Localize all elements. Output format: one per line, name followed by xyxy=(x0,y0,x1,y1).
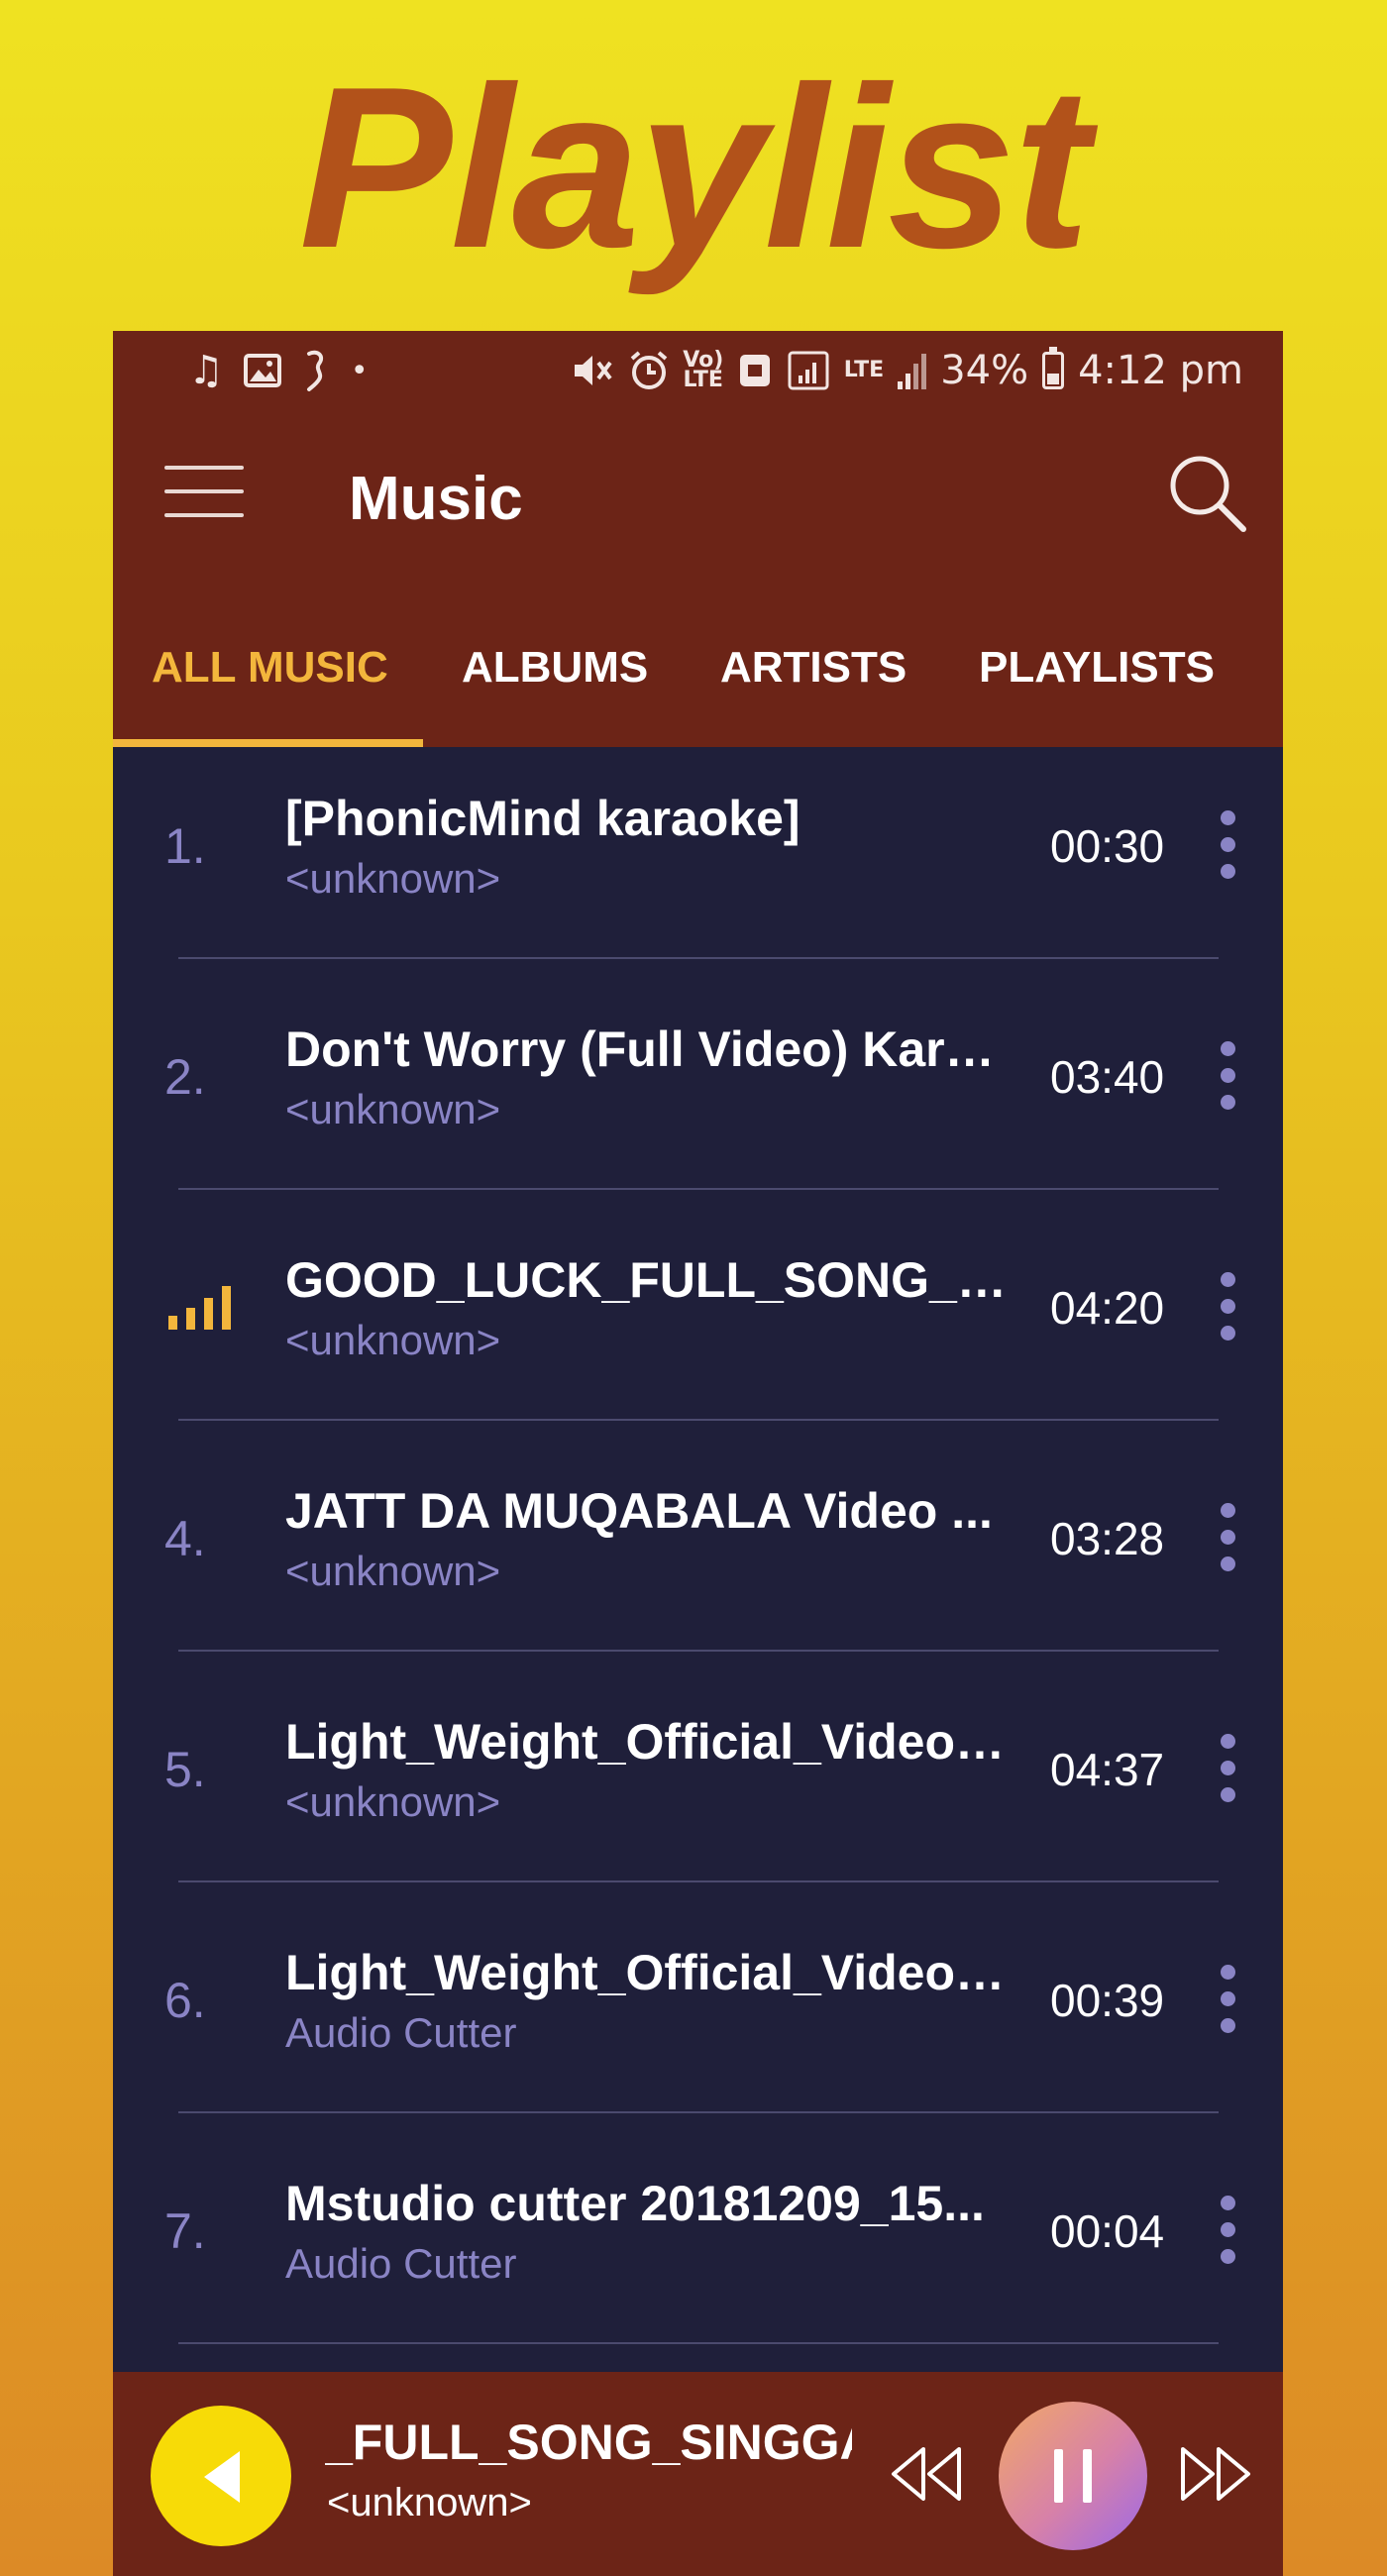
track-number: 4. xyxy=(164,1511,206,1566)
gesture-icon xyxy=(301,347,331,394)
page-title: Music xyxy=(349,465,523,533)
tab-indicator xyxy=(113,739,423,747)
divider xyxy=(178,1880,1219,1882)
song-title: Don't Worry (Full Video) Kara... xyxy=(285,1021,1009,1077)
now-playing-equalizer-icon xyxy=(168,1284,231,1330)
song-row[interactable]: 1. [PhonicMind karaoke] <unknown> 00:30 xyxy=(113,747,1283,978)
search-icon[interactable] xyxy=(1164,450,1249,535)
battery-percent: 34% xyxy=(940,348,1029,393)
more-options-icon[interactable] xyxy=(1213,1041,1242,1113)
tab-playlists[interactable]: PLAYLISTS xyxy=(979,589,1215,747)
data-saver-icon xyxy=(737,347,773,394)
song-duration: 00:04 xyxy=(1050,2205,1165,2257)
song-artist: <unknown> xyxy=(285,1086,501,1132)
volte-icon: Vo) LTE xyxy=(683,348,724,392)
more-options-icon[interactable] xyxy=(1213,1734,1242,1805)
tab-albums[interactable]: ALBUMS xyxy=(462,589,648,747)
status-time: 4:12 pm xyxy=(1078,348,1243,393)
track-number: 6. xyxy=(164,1973,206,2028)
music-note-icon: ♫ xyxy=(188,348,224,393)
more-options-icon[interactable] xyxy=(1213,1503,1242,1574)
track-number: 1. xyxy=(164,818,206,874)
song-title: JATT DA MUQABALA Video ... xyxy=(285,1483,993,1539)
phone-screen: ♫ • Vo) LTE LTE 34% 4:12 pm Music ALL MU… xyxy=(113,331,1283,2576)
tab-all-music[interactable]: ALL MUSIC xyxy=(152,589,388,747)
menu-icon[interactable] xyxy=(164,466,244,525)
song-row[interactable]: 4. JATT DA MUQABALA Video ... <unknown> … xyxy=(113,1440,1283,1670)
tab-bar: ALL MUSIC ALBUMS ARTISTS PLAYLISTS xyxy=(113,589,1283,747)
vibrate-mute-icon xyxy=(571,347,614,394)
fast-forward-icon[interactable] xyxy=(1177,2443,1254,2505)
dot-icon: • xyxy=(350,353,369,388)
song-artist: <unknown> xyxy=(285,855,501,902)
song-list[interactable]: 1. [PhonicMind karaoke] <unknown> 00:30 … xyxy=(113,747,1283,2392)
song-row[interactable]: 7. Mstudio cutter 20181209_15... Audio C… xyxy=(113,2132,1283,2363)
song-title: Light_Weight_Official_Video_... xyxy=(285,1714,1009,1770)
song-artist: Audio Cutter xyxy=(285,2009,517,2056)
status-bar: ♫ • Vo) LTE LTE 34% 4:12 pm xyxy=(113,331,1283,410)
song-duration: 03:40 xyxy=(1050,1051,1165,1103)
signal-icon xyxy=(898,352,927,389)
song-artist: Audio Cutter xyxy=(285,2240,517,2287)
divider xyxy=(178,2111,1219,2113)
mini-player[interactable]: _FULL_SONG_SINGGA <unknown> xyxy=(113,2372,1283,2576)
song-title: GOOD_LUCK_FULL_SONG_SI... xyxy=(285,1252,1009,1308)
app-bar: Music xyxy=(113,410,1283,589)
battery-icon xyxy=(1042,347,1065,389)
song-row[interactable]: 6. Light_Weight_Official_Video_... Audio… xyxy=(113,1901,1283,2132)
song-row[interactable]: 2. Don't Worry (Full Video) Kara... <unk… xyxy=(113,978,1283,1209)
promo-title: Playlist xyxy=(298,40,1090,296)
divider xyxy=(178,957,1219,959)
pause-icon[interactable] xyxy=(999,2402,1147,2550)
divider xyxy=(178,1188,1219,1190)
song-artist: <unknown> xyxy=(285,1317,501,1363)
more-options-icon[interactable] xyxy=(1213,1272,1242,1343)
alarm-icon xyxy=(628,347,670,394)
more-options-icon[interactable] xyxy=(1213,1965,1242,2036)
track-number: 7. xyxy=(164,2203,206,2259)
lte-signal-icon: LTE xyxy=(843,358,885,382)
song-title: Light_Weight_Official_Video_... xyxy=(285,1945,1009,2000)
track-number: 5. xyxy=(164,1742,206,1797)
song-duration: 00:39 xyxy=(1050,1975,1165,2026)
image-icon xyxy=(243,347,281,394)
song-artist: <unknown> xyxy=(285,1548,501,1594)
song-artist: <unknown> xyxy=(285,1778,501,1825)
divider xyxy=(178,1650,1219,1652)
song-duration: 03:28 xyxy=(1050,1513,1165,1564)
rewind-icon[interactable] xyxy=(888,2443,965,2505)
song-duration: 04:20 xyxy=(1050,1282,1165,1334)
song-row[interactable]: 5. Light_Weight_Official_Video_... <unkn… xyxy=(113,1670,1283,1901)
song-duration: 00:30 xyxy=(1050,820,1165,872)
song-title: [PhonicMind karaoke] xyxy=(285,791,800,846)
song-row-now-playing[interactable]: GOOD_LUCK_FULL_SONG_SI... <unknown> 04:2… xyxy=(113,1209,1283,1440)
track-number: 2. xyxy=(164,1049,206,1105)
song-duration: 04:37 xyxy=(1050,1744,1165,1795)
now-playing-artist: <unknown> xyxy=(327,2481,532,2524)
divider xyxy=(178,1419,1219,1421)
song-title: Mstudio cutter 20181209_15... xyxy=(285,2176,985,2231)
divider xyxy=(178,2342,1219,2344)
tab-artists[interactable]: ARTISTS xyxy=(720,589,907,747)
album-art-play-icon[interactable] xyxy=(151,2406,291,2546)
wifi-calling-icon xyxy=(787,347,830,394)
more-options-icon[interactable] xyxy=(1213,2196,1242,2267)
now-playing-title: _FULL_SONG_SINGGA xyxy=(325,2415,852,2470)
more-options-icon[interactable] xyxy=(1213,810,1242,882)
